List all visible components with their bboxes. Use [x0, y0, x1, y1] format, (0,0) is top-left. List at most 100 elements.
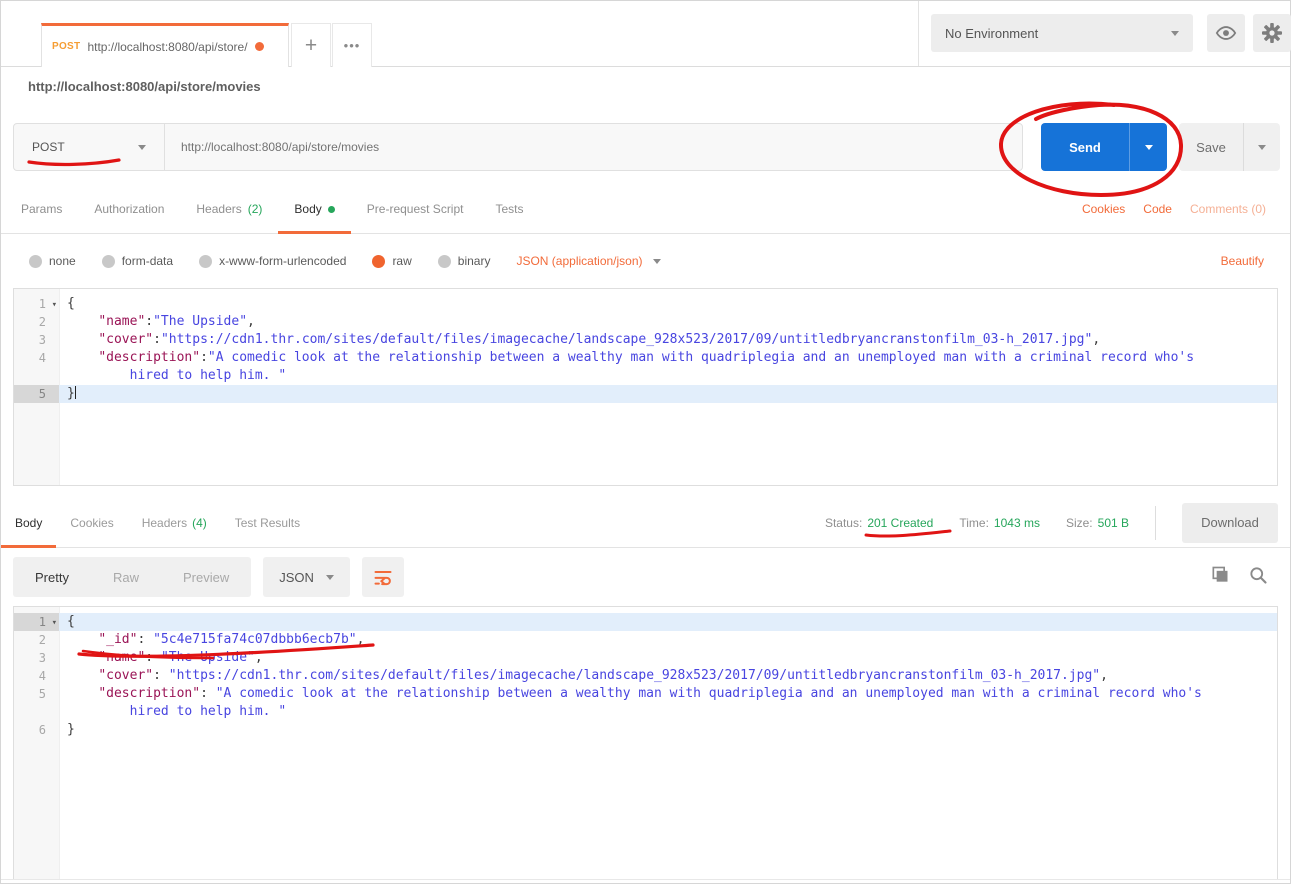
code-line[interactable]: 6}: [14, 721, 1277, 739]
send-options-button[interactable]: [1129, 123, 1167, 171]
code-text: }: [59, 385, 1277, 403]
code-line[interactable]: 3 "cover":"https://cdn1.thr.com/sites/de…: [14, 331, 1277, 349]
environment-quick-look-button[interactable]: [1207, 14, 1245, 52]
copy-icon: [1210, 565, 1230, 585]
body-mode-binary[interactable]: binary: [438, 254, 491, 268]
line-number: 3: [14, 649, 59, 667]
body-mode-urlencoded[interactable]: x-www-form-urlencoded: [199, 254, 346, 268]
code-line[interactable]: hired to help him. ": [14, 703, 1277, 721]
body-has-content-dot-icon: [328, 206, 335, 213]
beautify-link[interactable]: Beautify: [1221, 254, 1290, 268]
code-text: hired to help him. ": [59, 703, 1277, 721]
tab-headers[interactable]: Headers (2): [180, 185, 278, 233]
tab-label: Headers: [196, 202, 241, 216]
save-button-group: Save: [1179, 123, 1280, 171]
request-tab[interactable]: POST http://localhost:8080/api/store/: [41, 23, 289, 67]
chevron-down-icon: [653, 259, 661, 268]
mode-label: raw: [392, 254, 411, 268]
format-label: JSON: [279, 570, 314, 585]
view-preview[interactable]: Preview: [161, 570, 251, 585]
red-underline-status-annotation: [864, 529, 952, 539]
url-input[interactable]: [165, 124, 1022, 170]
time-label: Time:: [959, 516, 989, 530]
cookies-link[interactable]: Cookies: [1082, 202, 1125, 216]
request-body-editor[interactable]: 1▾{2 "name":"The Upside",3 "cover":"http…: [13, 288, 1278, 486]
wrap-lines-icon: [373, 567, 393, 587]
environment-label: No Environment: [945, 26, 1038, 41]
code-link[interactable]: Code: [1143, 202, 1172, 216]
status-pair: Status: 201 Created: [825, 516, 933, 530]
code-line[interactable]: 5 "description": "A comedic look at the …: [14, 685, 1277, 703]
code-line[interactable]: 5}: [14, 385, 1277, 403]
environment-selector[interactable]: No Environment: [931, 14, 1193, 52]
body-mode-raw[interactable]: raw: [372, 254, 411, 268]
code-line[interactable]: 1▾{: [14, 613, 1277, 631]
response-tab-test-results[interactable]: Test Results: [221, 498, 314, 547]
copy-response-button[interactable]: [1210, 565, 1230, 590]
line-number: 2: [14, 631, 59, 649]
tab-pre-request-script[interactable]: Pre-request Script: [351, 185, 480, 233]
line-number: [14, 367, 59, 385]
line-number: 2: [14, 313, 59, 331]
code-text: "description":"A comedic look at the rel…: [59, 349, 1277, 367]
time-value: 1043 ms: [994, 516, 1040, 530]
tab-label: Tests: [495, 202, 523, 216]
line-number: 4: [14, 349, 59, 367]
download-button[interactable]: Download: [1182, 503, 1278, 543]
code-line[interactable]: 4 "description":"A comedic look at the r…: [14, 349, 1277, 367]
bottom-edge: [1, 879, 1290, 883]
tab-label: Pre-request Script: [367, 202, 464, 216]
page-title: http://localhost:8080/api/store/movies: [28, 79, 261, 94]
content-type-select[interactable]: JSON (application/json): [516, 254, 660, 268]
response-tab-cookies[interactable]: Cookies: [56, 498, 127, 547]
view-raw[interactable]: Raw: [91, 570, 161, 585]
code-line[interactable]: hired to help him. ": [14, 367, 1277, 385]
eye-icon: [1215, 22, 1237, 44]
line-number: 5: [14, 685, 59, 703]
more-tabs-button[interactable]: •••: [332, 23, 372, 67]
view-pretty[interactable]: Pretty: [13, 570, 91, 585]
wrap-lines-button[interactable]: [362, 557, 404, 597]
tab-params[interactable]: Params: [5, 185, 78, 233]
code-text: {: [59, 295, 1277, 313]
response-tab-headers[interactable]: Headers (4): [128, 498, 221, 547]
chevron-down-icon: [1258, 145, 1266, 154]
response-body-editor[interactable]: 1▾{2 "_id": "5c4e715fa74c07dbbb6ecb7b",3…: [13, 606, 1278, 880]
new-tab-button[interactable]: +: [291, 23, 331, 67]
settings-button[interactable]: [1253, 14, 1291, 52]
code-text: "name": "The Upside",: [59, 649, 1277, 667]
save-options-button[interactable]: [1243, 123, 1280, 171]
tab-tests[interactable]: Tests: [479, 185, 539, 233]
tab-label: Cookies: [70, 516, 113, 530]
code-line[interactable]: 3 "name": "The Upside",: [14, 649, 1277, 667]
code-line[interactable]: 2 "_id": "5c4e715fa74c07dbbb6ecb7b",: [14, 631, 1277, 649]
search-response-button[interactable]: [1248, 565, 1268, 590]
body-mode-none[interactable]: none: [29, 254, 76, 268]
tab-body[interactable]: Body: [278, 185, 350, 233]
tab-label: Params: [21, 202, 62, 216]
tab-method-label: POST: [52, 41, 80, 52]
send-button[interactable]: Send: [1041, 123, 1129, 171]
body-mode-form-data[interactable]: form-data: [102, 254, 173, 268]
line-number: 1▾: [14, 613, 59, 631]
headers-count-badge: (2): [248, 202, 263, 216]
mode-label: none: [49, 254, 76, 268]
tab-authorization[interactable]: Authorization: [78, 185, 180, 233]
request-title-row: http://localhost:8080/api/store/movies: [1, 67, 1290, 106]
response-tab-body[interactable]: Body: [1, 498, 56, 547]
comments-link[interactable]: Comments (0): [1190, 202, 1266, 216]
status-value: 201 Created: [867, 516, 933, 530]
save-button[interactable]: Save: [1179, 123, 1243, 171]
code-line[interactable]: 2 "name":"The Upside",: [14, 313, 1277, 331]
chevron-down-icon: [138, 145, 146, 154]
method-select[interactable]: POST: [14, 124, 165, 170]
code-line[interactable]: 1▾{: [14, 295, 1277, 313]
radio-icon: [199, 255, 212, 268]
tab-label: Body: [294, 202, 321, 216]
fold-toggle-icon[interactable]: ▾: [52, 296, 57, 314]
code-line[interactable]: 4 "cover": "https://cdn1.thr.com/sites/d…: [14, 667, 1277, 685]
code-text: hired to help him. ": [59, 367, 1277, 385]
response-toolbar: Pretty Raw Preview JSON: [1, 548, 1290, 606]
response-format-select[interactable]: JSON: [263, 557, 350, 597]
fold-toggle-icon[interactable]: ▾: [52, 614, 57, 632]
